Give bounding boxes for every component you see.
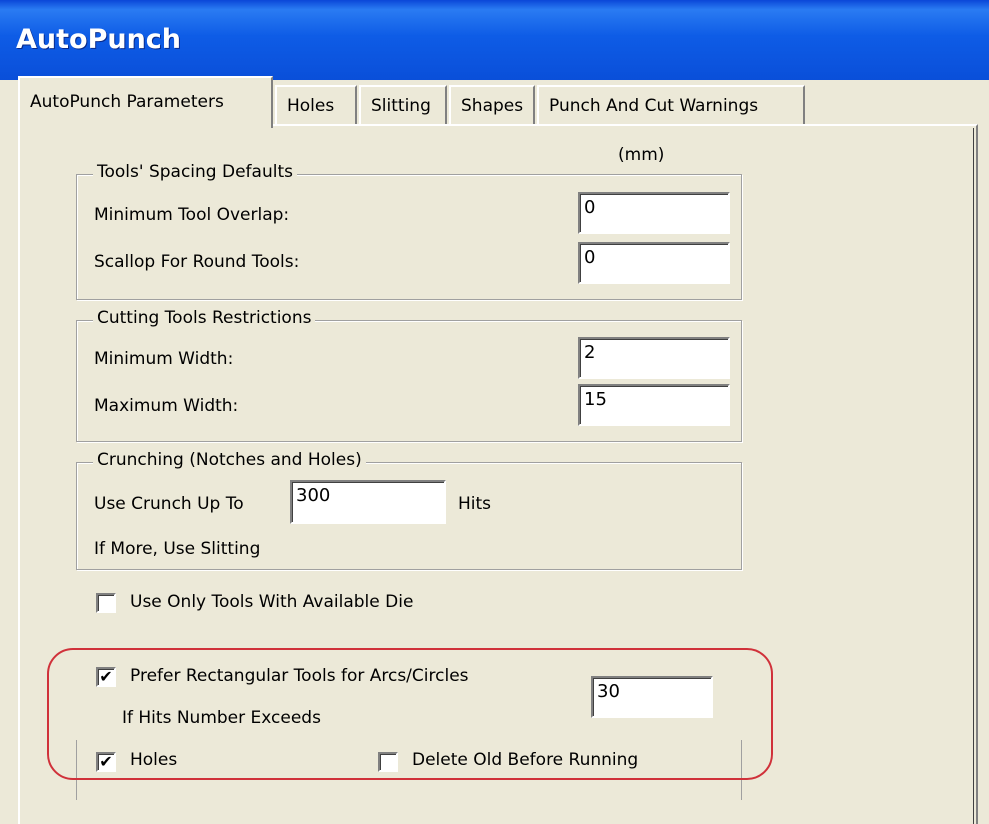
max-width-input[interactable]: 15 (578, 384, 730, 426)
use-crunch-input[interactable]: 300 (290, 480, 446, 524)
tab-label: Slitting (371, 96, 431, 116)
use-only-tools-label[interactable]: Use Only Tools With Available Die (130, 592, 413, 612)
tools-spacing-group-title: Tools' Spacing Defaults (93, 162, 297, 182)
use-only-tools-checkbox[interactable] (96, 593, 116, 613)
use-crunch-label: Use Crunch Up To (94, 494, 244, 514)
tab-slitting[interactable]: Slitting (359, 85, 447, 125)
window-title: AutoPunch (16, 24, 182, 55)
max-width-label: Maximum Width: (94, 396, 239, 416)
min-width-label: Minimum Width: (94, 349, 234, 369)
crunching-group-title: Crunching (Notches and Holes) (93, 450, 366, 470)
tab-label: AutoPunch Parameters (30, 92, 224, 112)
highlight-annotation (47, 648, 773, 780)
tab-shapes[interactable]: Shapes (449, 85, 535, 125)
min-tool-overlap-label: Minimum Tool Overlap: (94, 205, 290, 225)
if-more-use-slitting-label: If More, Use Slitting (94, 539, 261, 559)
title-bar[interactable]: AutoPunch (0, 0, 989, 80)
scallop-round-tools-label: Scallop For Round Tools: (94, 252, 300, 272)
tab-punch-and-cut-warnings[interactable]: Punch And Cut Warnings (537, 85, 805, 125)
scallop-round-tools-input[interactable]: 0 (578, 242, 730, 284)
tab-holes[interactable]: Holes (275, 85, 357, 125)
tab-label: Punch And Cut Warnings (549, 96, 759, 116)
tab-autopunch-parameters[interactable]: AutoPunch Parameters (18, 76, 273, 128)
cutting-tools-group-title: Cutting Tools Restrictions (93, 308, 316, 328)
tab-label: Holes (287, 96, 335, 116)
hits-unit-label: Hits (458, 494, 492, 514)
units-label: (mm) (618, 145, 665, 165)
min-tool-overlap-input[interactable]: 0 (578, 192, 730, 234)
min-width-input[interactable]: 2 (578, 337, 730, 379)
tab-label: Shapes (461, 96, 524, 116)
